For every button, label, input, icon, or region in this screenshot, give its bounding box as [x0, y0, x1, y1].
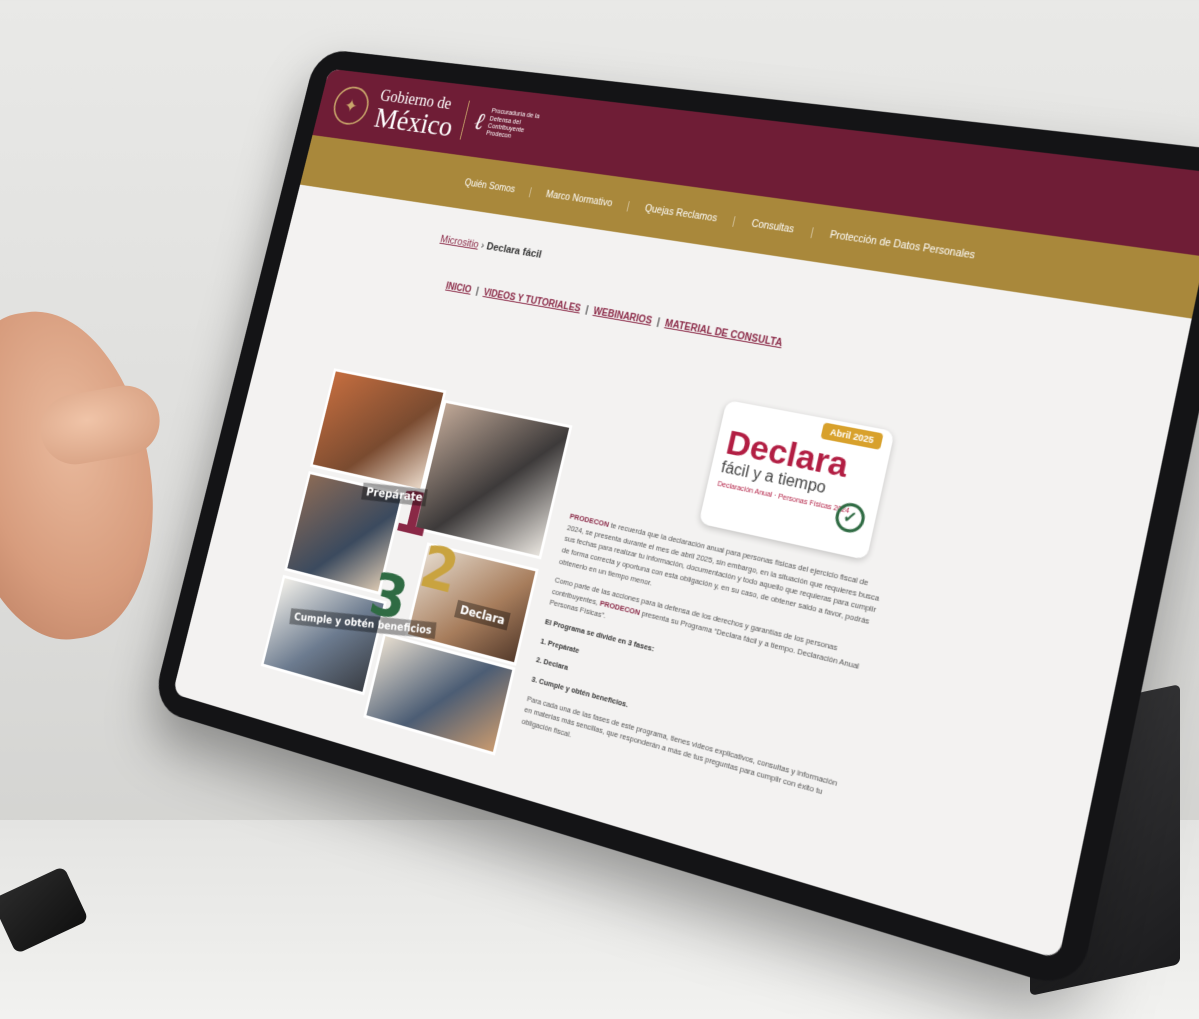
- left-hand: [0, 298, 172, 651]
- national-seal-icon[interactable]: ✦: [330, 85, 373, 127]
- nav-item-quien-somos[interactable]: Quién Somos: [449, 175, 532, 196]
- tab-divider: |: [584, 305, 589, 316]
- nav-item-consultas[interactable]: Consultas: [733, 216, 813, 238]
- gov-logo-text[interactable]: Gobierno de México: [372, 87, 460, 140]
- gov-line2: México: [372, 103, 456, 141]
- tab-material[interactable]: Material de consulta: [664, 319, 783, 350]
- tab-videos[interactable]: Videos y tutoriales: [482, 288, 581, 315]
- program-collage-image: 1 2 3 Prepárate Declara Cumple y obtén b…: [261, 368, 575, 734]
- breadcrumb-current: Declara fácil: [485, 241, 542, 261]
- declara-facil-badge: Abril 2025 Declara fácil y a tiempo Decl…: [699, 400, 895, 560]
- tab-webinarios[interactable]: Webinarios: [592, 306, 653, 326]
- prodecon-logo[interactable]: ℓ Procuraduría de la Defensa del Contrib…: [471, 106, 559, 146]
- breadcrumb-parent-link[interactable]: Micrositio: [439, 234, 480, 251]
- tab-divider: |: [475, 286, 480, 296]
- nav-item-datos-personales[interactable]: Protección de Datos Personales: [811, 227, 995, 264]
- tab-divider: |: [656, 317, 661, 328]
- photo-woman-tablet: [261, 575, 387, 696]
- tab-inicio[interactable]: Inicio: [445, 281, 473, 295]
- nav-item-marco-normativo[interactable]: Marco Normativo: [530, 187, 630, 211]
- header-divider: [459, 101, 469, 140]
- program-description: PRODECON te recuerda que la declaración …: [519, 511, 889, 825]
- nav-item-quejas[interactable]: Quejas Reclamos: [628, 201, 736, 227]
- prodecon-icon: ℓ: [472, 108, 487, 136]
